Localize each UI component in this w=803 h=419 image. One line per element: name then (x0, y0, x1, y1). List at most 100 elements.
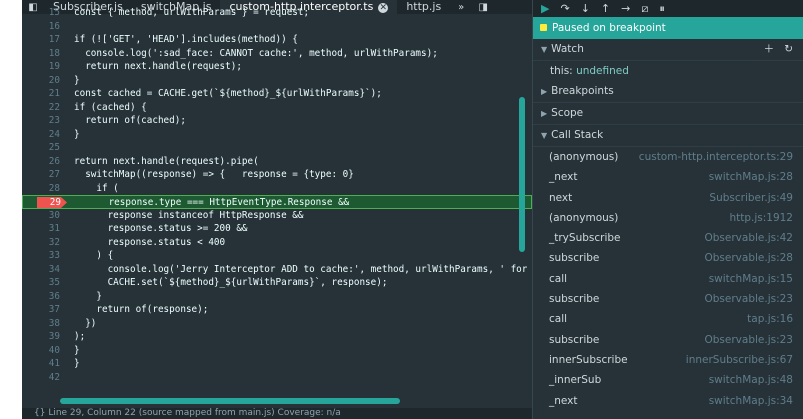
code-line[interactable]: 24} (22, 128, 532, 142)
call-stack-frame[interactable]: (anonymous) http.js:1912 (533, 208, 803, 228)
frame-function: _next (549, 171, 578, 184)
code-line[interactable]: 40} (22, 344, 532, 358)
code-line[interactable]: 18 console.log(':sad_face: CANNOT cache:… (22, 47, 532, 61)
line-number[interactable]: 25 (22, 141, 60, 155)
call-stack-frame[interactable]: _next switchMap.js:28 (533, 167, 803, 187)
paused-banner: Paused on breakpoint (533, 17, 803, 39)
horizontal-scrollbar[interactable] (60, 398, 400, 404)
line-number[interactable]: 28 (22, 182, 60, 196)
line-number[interactable]: 39 (22, 330, 60, 344)
code-line[interactable]: 33 ) { (22, 249, 532, 263)
frame-location: switchMap.js:34 (708, 394, 793, 407)
step-in-icon[interactable]: ↓ (581, 2, 590, 15)
code-line[interactable]: 22 if (cached) { (22, 101, 532, 115)
deactivate-breakpoints-icon[interactable]: ⧄ (641, 2, 648, 16)
code-line[interactable]: 23 return of(cached); (22, 114, 532, 128)
call-stack-frame[interactable]: (anonymous) custom-http.interceptor.ts:29 (533, 147, 803, 167)
call-stack-frame[interactable]: _innerSub switchMap.js:48 (533, 370, 803, 390)
code-line[interactable]: 26 return next.handle(request).pipe( (22, 155, 532, 169)
code-line[interactable]: 28 if ( (22, 182, 532, 196)
line-number[interactable]: 33 (22, 249, 60, 263)
line-number[interactable]: 19 (22, 60, 60, 74)
frame-function: (anonymous) (549, 211, 619, 224)
code-line[interactable]: 30 response instanceof HttpResponse && (22, 209, 532, 223)
code-line[interactable]: 16 (22, 20, 532, 34)
line-number[interactable]: 26 (22, 155, 60, 169)
code-line[interactable]: 20} (22, 74, 532, 88)
call-stack-frame[interactable]: call tap.js:16 (533, 309, 803, 329)
line-number[interactable]: 21 (22, 87, 60, 101)
code-line[interactable]: 27 switchMap((response) => { response = … (22, 168, 532, 182)
add-watch-icon[interactable]: ＋ (764, 43, 775, 55)
line-number[interactable]: 42 (22, 371, 60, 385)
code-line[interactable]: 32 response.status < 400 (22, 236, 532, 250)
line-number[interactable]: 24 (22, 128, 60, 142)
line-number[interactable]: 31 (22, 222, 60, 236)
code-line[interactable]: 21 const cached = CACHE.get(`${method}_${… (22, 87, 532, 101)
line-number[interactable]: 27 (22, 168, 60, 182)
line-number[interactable]: 23 (22, 114, 60, 128)
watch-section-header[interactable]: ▼ Watch ＋ ↻ (533, 39, 803, 61)
callstack-section-header[interactable]: ▼ Call Stack (533, 125, 803, 147)
code-line[interactable]: 35 CACHE.set(`${method}_${urlWithParams}… (22, 276, 532, 290)
line-number[interactable]: 32 (22, 236, 60, 250)
line-number[interactable]: 40 (22, 344, 60, 358)
line-number[interactable]: 41 (22, 357, 60, 371)
code-line[interactable]: 19 return next.handle(request); (22, 60, 532, 74)
call-stack-frame[interactable]: subscribe Observable.js:28 (533, 248, 803, 268)
code-text: CACHE.set(`${method}_${urlWithParams}`, … (74, 277, 388, 288)
line-number[interactable]: 37 (22, 303, 60, 317)
line-number[interactable]: 16 (22, 20, 60, 34)
watch-row[interactable]: this: undefined (533, 61, 803, 81)
call-stack-frame[interactable]: _next switchMap.js:34 (533, 391, 803, 411)
frame-function: subscribe (549, 333, 600, 346)
call-stack-frame[interactable]: _trySubscribe Observable.js:42 (533, 228, 803, 248)
line-number[interactable]: 22 (22, 101, 60, 115)
frame-location: switchMap.js:28 (708, 171, 793, 184)
step-over-icon[interactable]: ↷ (560, 2, 569, 15)
code-line[interactable]: 25 (22, 141, 532, 155)
refresh-icon[interactable]: ↻ (784, 43, 793, 55)
code-area[interactable]: 15 const { method, urlWithParams } = requ… (22, 7, 634, 404)
paused-label: Paused on breakpoint (552, 22, 666, 34)
breakpoints-section-header[interactable]: ▶ Breakpoints (533, 81, 803, 103)
pause-exceptions-icon[interactable]: ⏸ (659, 2, 665, 16)
code-text: console.log(':sad_face: CANNOT cache:', … (74, 47, 438, 59)
code-line[interactable]: 38 }) (22, 317, 532, 331)
line-number[interactable]: 34 (22, 263, 60, 277)
code-line[interactable]: 36 } (22, 290, 532, 304)
resume-icon[interactable]: ▶ (541, 2, 549, 15)
line-number[interactable]: 29 (23, 196, 61, 210)
code-line[interactable]: 39); (22, 330, 532, 344)
code-line[interactable]: 37 return of(response); (22, 303, 532, 317)
step-out-icon[interactable]: ↑ (601, 2, 610, 15)
call-stack-frame[interactable]: subscribe Observable.js:23 (533, 330, 803, 350)
code-text: if ( (74, 182, 119, 194)
code-line[interactable]: 34 console.log('Jerry Interceptor ADD to… (22, 263, 634, 277)
chevron-down-icon: ▼ (541, 131, 548, 140)
scope-section-header[interactable]: ▶ Scope (533, 103, 803, 125)
line-number[interactable]: 17 (22, 33, 60, 47)
line-number[interactable]: 38 (22, 317, 60, 331)
code-line[interactable]: 17 if (!['GET', 'HEAD'].includes(method))… (22, 33, 532, 47)
line-number[interactable]: 30 (22, 209, 60, 223)
frame-function: subscribe (549, 293, 600, 306)
code-text: }) (74, 317, 97, 329)
code-line[interactable]: 15 const { method, urlWithParams } = requ… (22, 6, 532, 20)
vertical-scrollbar[interactable] (519, 97, 525, 252)
call-stack-frame[interactable]: next Subscriber.js:49 (533, 188, 803, 208)
code-line[interactable]: 42 (22, 371, 532, 385)
call-stack-frame[interactable]: innerSubscribe innerSubscribe.js:67 (533, 350, 803, 370)
line-number[interactable]: 15 (22, 6, 60, 20)
call-stack-frame[interactable]: subscribe Observable.js:23 (533, 289, 803, 309)
call-stack-frame[interactable]: call switchMap.js:15 (533, 269, 803, 289)
line-number[interactable]: 20 (22, 74, 60, 88)
code-line[interactable]: 29 response.type === HttpEventType.Respo… (22, 195, 532, 209)
code-line[interactable]: 41} (22, 357, 532, 371)
line-number[interactable]: 35 (22, 276, 60, 290)
line-number[interactable]: 18 (22, 47, 60, 61)
step-icon[interactable]: → (621, 2, 630, 15)
code-line[interactable]: 31 response.status >= 200 && (22, 222, 532, 236)
code-text: if (!['GET', 'HEAD'].includes(method)) { (74, 34, 298, 45)
line-number[interactable]: 36 (22, 290, 60, 304)
